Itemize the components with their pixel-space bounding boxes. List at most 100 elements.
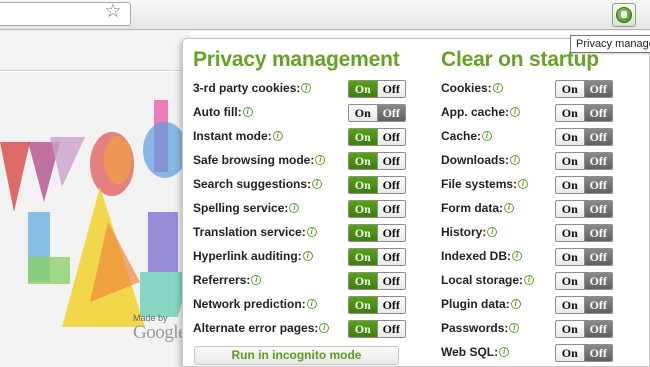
info-icon[interactable]: i: [492, 83, 503, 93]
privacy-popup: Privacy management Clear on startup 3-rd…: [182, 38, 650, 367]
toggle-off-segment[interactable]: Off: [584, 81, 612, 97]
toggle-off-segment[interactable]: Off: [584, 201, 612, 217]
startup-setting-toggle[interactable]: On Off: [555, 152, 613, 170]
startup-setting-toggle[interactable]: On Off: [555, 200, 613, 218]
startup-setting-label: Local storage: i: [441, 271, 535, 289]
startup-setting-toggle[interactable]: On Off: [555, 248, 613, 266]
toggle-off-segment[interactable]: Off: [584, 249, 612, 265]
toggle-on-segment[interactable]: On: [349, 129, 378, 145]
startup-setting-toggle[interactable]: On Off: [555, 104, 613, 122]
toggle-off-segment[interactable]: Off: [584, 129, 612, 145]
toggle-off-segment[interactable]: Off: [584, 177, 612, 193]
info-icon[interactable]: i: [242, 107, 253, 117]
info-icon[interactable]: i: [301, 83, 312, 93]
toggle-on-segment[interactable]: On: [556, 225, 585, 241]
toggle-on-segment[interactable]: On: [349, 249, 378, 265]
toggle-on-segment[interactable]: On: [349, 321, 378, 337]
privacy-extension-button[interactable]: [612, 3, 636, 27]
info-icon[interactable]: i: [524, 275, 535, 285]
info-icon[interactable]: i: [272, 131, 283, 141]
toggle-off-segment[interactable]: Off: [377, 81, 405, 97]
toggle-off-segment[interactable]: Off: [584, 153, 612, 169]
info-icon[interactable]: i: [499, 347, 510, 357]
toggle-off-segment[interactable]: Off: [584, 273, 612, 289]
startup-setting-toggle[interactable]: On Off: [555, 272, 613, 290]
startup-setting-label: Web SQL: i: [441, 343, 510, 361]
info-icon[interactable]: i: [510, 155, 520, 165]
toggle-on-segment[interactable]: On: [556, 129, 585, 145]
startup-setting-toggle[interactable]: On Off: [555, 176, 613, 194]
info-icon[interactable]: i: [512, 251, 523, 261]
toggle-on-segment[interactable]: On: [556, 201, 585, 217]
toggle-on-segment[interactable]: On: [556, 273, 585, 289]
toggle-off-segment[interactable]: Off: [377, 273, 405, 289]
info-icon[interactable]: i: [509, 323, 520, 333]
info-icon[interactable]: i: [289, 203, 300, 213]
startup-setting-toggle[interactable]: On Off: [555, 80, 613, 98]
privacy-setting-toggle[interactable]: On Off: [348, 152, 406, 170]
privacy-setting-toggle[interactable]: On Off: [348, 296, 406, 314]
toggle-on-segment[interactable]: On: [349, 297, 378, 313]
toggle-on-segment[interactable]: On: [556, 249, 585, 265]
toggle-off-segment[interactable]: Off: [377, 297, 405, 313]
toggle-on-segment[interactable]: On: [556, 153, 585, 169]
toggle-off-segment[interactable]: Off: [584, 105, 612, 121]
privacy-setting-toggle[interactable]: On Off: [348, 128, 406, 146]
startup-setting-toggle[interactable]: On Off: [555, 128, 613, 146]
toggle-on-segment[interactable]: On: [349, 225, 378, 241]
info-icon[interactable]: i: [306, 299, 317, 309]
info-icon[interactable]: i: [487, 227, 498, 237]
toggle-off-segment[interactable]: Off: [584, 297, 612, 313]
toggle-off-segment[interactable]: Off: [377, 201, 405, 217]
toggle-off-segment[interactable]: Off: [377, 129, 405, 145]
toggle-on-segment[interactable]: On: [349, 177, 378, 193]
startup-setting-toggle[interactable]: On Off: [555, 344, 613, 362]
startup-setting-toggle[interactable]: On Off: [555, 296, 613, 314]
toggle-off-segment[interactable]: Off: [377, 225, 405, 241]
toggle-on-segment[interactable]: On: [349, 153, 378, 169]
toggle-off-segment[interactable]: Off: [377, 321, 405, 337]
toggle-on-segment[interactable]: On: [556, 321, 585, 337]
privacy-setting-toggle[interactable]: On Off: [348, 104, 406, 122]
info-icon[interactable]: i: [518, 179, 529, 189]
startup-setting-toggle[interactable]: On Off: [555, 224, 613, 242]
info-icon[interactable]: i: [312, 179, 323, 189]
incognito-mode-button[interactable]: Run in incognito mode: [194, 346, 399, 365]
toggle-off-segment[interactable]: Off: [377, 153, 405, 169]
privacy-setting-toggle[interactable]: On Off: [348, 272, 406, 290]
info-icon[interactable]: i: [510, 107, 521, 117]
toggle-on-segment[interactable]: On: [349, 81, 378, 97]
info-icon[interactable]: i: [510, 299, 521, 309]
info-icon[interactable]: i: [315, 155, 326, 165]
info-icon[interactable]: i: [319, 323, 330, 333]
toggle-off-segment[interactable]: Off: [584, 321, 612, 337]
privacy-setting-toggle[interactable]: On Off: [348, 224, 406, 242]
toggle-off-segment[interactable]: Off: [377, 249, 405, 265]
privacy-setting-toggle[interactable]: On Off: [348, 200, 406, 218]
toggle-on-segment[interactable]: On: [349, 201, 378, 217]
toggle-on-segment[interactable]: On: [556, 81, 585, 97]
toggle-on-segment[interactable]: On: [556, 345, 585, 361]
startup-setting-toggle[interactable]: On Off: [555, 320, 613, 338]
toggle-on-segment[interactable]: On: [349, 273, 378, 289]
info-icon[interactable]: i: [302, 251, 313, 261]
toggle-on-segment[interactable]: On: [349, 105, 378, 121]
privacy-setting-label-text: 3-rd party cookies:: [193, 81, 301, 95]
toggle-off-segment[interactable]: Off: [377, 177, 405, 193]
privacy-setting-toggle[interactable]: On Off: [348, 248, 406, 266]
toggle-on-segment[interactable]: On: [556, 105, 585, 121]
info-icon[interactable]: i: [251, 275, 262, 285]
info-icon[interactable]: i: [306, 227, 317, 237]
bookmark-star-icon[interactable]: ☆: [102, 2, 124, 22]
info-icon[interactable]: i: [504, 203, 515, 213]
toggle-on-segment[interactable]: On: [556, 297, 585, 313]
toggle-on-segment[interactable]: On: [556, 177, 585, 193]
toggle-off-segment[interactable]: Off: [377, 105, 405, 121]
info-icon[interactable]: i: [482, 131, 493, 141]
privacy-setting-toggle[interactable]: On Off: [348, 320, 406, 338]
toggle-off-segment[interactable]: Off: [584, 225, 612, 241]
privacy-setting-toggle[interactable]: On Off: [348, 176, 406, 194]
privacy-setting-toggle[interactable]: On Off: [348, 80, 406, 98]
toggle-off-segment[interactable]: Off: [584, 345, 612, 361]
privacy-setting-label-text: Referrers:: [193, 273, 251, 287]
